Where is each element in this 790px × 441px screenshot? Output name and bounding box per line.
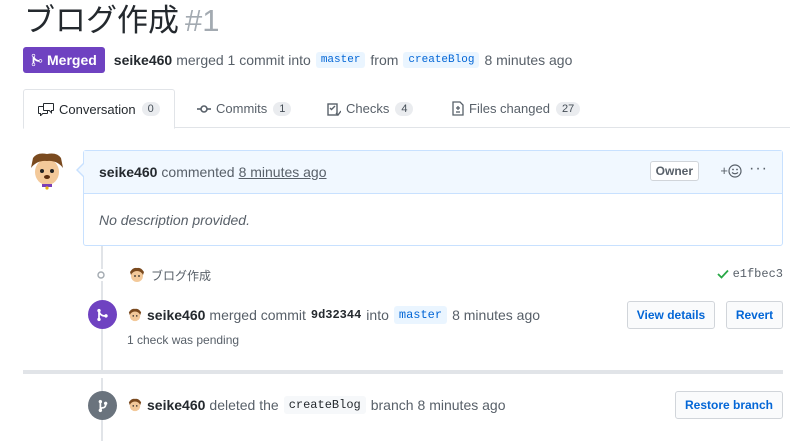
merge-into-text: into [366,307,389,323]
delete-branch-text: branch [370,397,414,413]
merged-badge-label: Merged [47,52,97,68]
git-merge-icon [31,53,43,67]
git-commit-icon [197,103,211,115]
merge-event-text: seike460 merged commit 9d32344 into mast… [128,306,540,324]
reaction-plus: + [720,163,728,178]
tab-checks[interactable]: Checks 4 [327,89,414,128]
check-status-text: 1 check was pending [127,333,240,347]
owner-badge: Owner [649,161,699,181]
git-branch-icon [98,399,107,412]
pr-title-text: ブログ作成 [24,3,179,38]
avatar[interactable] [129,267,145,283]
comment-time[interactable]: 8 minutes ago [239,164,327,180]
smiley-icon [728,163,742,178]
avatar[interactable] [128,308,142,322]
revert-button[interactable]: Revert [726,301,783,329]
restore-branch-button[interactable]: Restore branch [675,391,783,419]
git-commit-icon [95,269,107,281]
tab-conversation-label: Conversation [59,101,136,117]
merge-target-branch[interactable]: master [393,306,448,324]
head-branch[interactable]: createBlog [403,52,480,68]
view-details-button[interactable]: View details [627,301,715,329]
delete-text: deleted the [209,397,279,413]
tab-conversation[interactable]: Conversation 0 [23,89,175,129]
pr-author-link[interactable]: seike460 [114,52,172,68]
merge-time: 8 minutes ago [452,307,541,323]
pr-time: 8 minutes ago [484,52,573,68]
add-reaction-button[interactable]: + [720,163,742,178]
delete-event-text: seike460 deleted the createBlog branch 8… [128,396,505,414]
check-icon [716,269,729,279]
pr-from-text: from [370,52,399,68]
timeline-divider [23,370,783,374]
tab-commits[interactable]: Commits 1 [197,89,292,128]
tab-commits-label: Commits [216,101,268,116]
base-branch[interactable]: master [315,52,366,68]
merge-text: merged commit [209,307,306,323]
tab-checks-label: Checks [346,101,390,116]
tab-files-changed-label: Files changed [469,101,550,116]
git-merge-icon [97,308,108,321]
comment-action: commented [161,164,235,180]
file-diff-icon [452,101,464,116]
comment-body: No description provided. [99,212,250,228]
tab-files-changed[interactable]: Files changed 27 [452,89,581,128]
avatar[interactable] [128,398,142,412]
delete-time: 8 minutes ago [417,397,506,413]
pr-tabs: Conversation 0 Commits 1 Checks 4 Files … [23,89,790,129]
more-options-button[interactable]: ··· [749,160,768,178]
avatar[interactable] [27,150,67,190]
pr-meta: seike460 merged 1 commit into master fro… [114,52,573,68]
comment-box: seike460 commented 8 minutes ago Owner +… [76,150,783,246]
commit-sha: e1fbec3 [732,267,783,281]
merge-author[interactable]: seike460 [147,307,205,323]
checklist-icon [327,102,341,116]
deleted-branch: createBlog [283,396,366,414]
tab-conversation-count: 0 [141,102,160,116]
commit-message[interactable]: ブログ作成 [151,267,211,284]
pr-number: #1 [185,3,220,38]
merged-badge: Merged [23,47,105,73]
branch-deleted-icon [88,391,117,420]
comment-author[interactable]: seike460 [99,164,157,180]
commit-row: ブログ作成 e1fbec3 [95,263,783,287]
delete-author[interactable]: seike460 [147,397,205,413]
pr-merge-text: merged 1 commit into [176,52,311,68]
pr-state-row: Merged seike460 merged 1 commit into mas… [23,47,572,73]
merged-event-icon [88,300,117,329]
tab-files-changed-count: 27 [555,101,581,116]
tab-checks-count: 4 [395,101,414,116]
pr-title: ブログ作成 #1 [24,2,219,40]
merge-commit-sha[interactable]: 9d32344 [311,308,361,322]
commit-sha-link[interactable]: e1fbec3 [716,267,783,281]
tab-commits-count: 1 [273,101,292,116]
comment-discussion-icon [38,102,54,116]
